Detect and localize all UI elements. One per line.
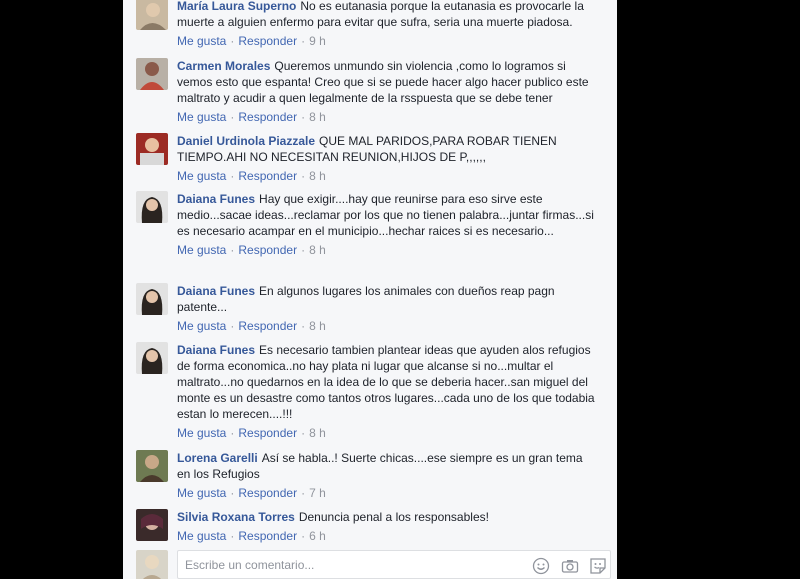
avatar[interactable] <box>136 509 168 541</box>
reply-link[interactable]: Responder <box>238 486 297 500</box>
reply-link[interactable]: Responder <box>238 319 297 333</box>
comment-input-placeholder: Escribe un comentario... <box>185 558 315 572</box>
like-link[interactable]: Me gusta <box>177 319 226 333</box>
like-link[interactable]: Me gusta <box>177 529 226 543</box>
comment-text: Silvia Roxana Torres Denuncia penal a los… <box>177 509 599 525</box>
comment-actions: Me gusta · Responder · 8 h <box>177 318 599 334</box>
comment-author[interactable]: Daiana Funes <box>177 343 255 357</box>
separator: · <box>301 169 306 183</box>
avatar[interactable] <box>136 342 168 374</box>
comment-author[interactable]: Daiana Funes <box>177 284 255 298</box>
avatar[interactable] <box>136 283 168 315</box>
emoji-icon[interactable] <box>532 557 550 575</box>
comment-actions: Me gusta · Responder · 8 h <box>177 168 599 184</box>
comment-author[interactable]: Lorena Garelli <box>177 451 258 465</box>
separator: · <box>230 529 235 543</box>
like-link[interactable]: Me gusta <box>177 169 226 183</box>
separator: · <box>301 110 306 124</box>
like-link[interactable]: Me gusta <box>177 486 226 500</box>
comment-actions: Me gusta · Responder · 8 h <box>177 242 599 258</box>
comment-body: Denuncia penal a los responsables! <box>298 510 489 524</box>
separator: · <box>230 243 235 257</box>
camera-icon[interactable] <box>561 557 579 575</box>
like-link[interactable]: Me gusta <box>177 110 226 124</box>
separator: · <box>301 34 306 48</box>
like-link[interactable]: Me gusta <box>177 243 226 257</box>
comment-time[interactable]: 8 h <box>309 243 326 257</box>
comment-author[interactable]: María Laura Superno <box>177 0 296 13</box>
comment-text: Daiana Funes En algunos lugares los anima… <box>177 283 599 315</box>
comment-author[interactable]: Silvia Roxana Torres <box>177 510 295 524</box>
avatar[interactable] <box>136 0 168 30</box>
separator: · <box>301 319 306 333</box>
sticker-icon[interactable] <box>589 557 607 575</box>
comment-time[interactable]: 7 h <box>309 486 326 500</box>
separator: · <box>230 34 235 48</box>
comment-text: Lorena Garelli Así se habla..! Suerte chi… <box>177 450 599 482</box>
separator: · <box>230 169 235 183</box>
comment-time[interactable]: 9 h <box>309 34 326 48</box>
comment-author[interactable]: Carmen Morales <box>177 59 270 73</box>
separator: · <box>301 243 306 257</box>
comment-text: Daniel Urdinola Piazzale QUE MAL PARIDOS,… <box>177 133 599 165</box>
comment-author[interactable]: Daiana Funes <box>177 192 255 206</box>
reply-link[interactable]: Responder <box>238 34 297 48</box>
comment-time[interactable]: 8 h <box>309 426 326 440</box>
reply-link[interactable]: Responder <box>238 529 297 543</box>
separator: · <box>301 486 306 500</box>
comment-actions: Me gusta · Responder · 8 h <box>177 109 599 125</box>
separator: · <box>301 426 306 440</box>
like-link[interactable]: Me gusta <box>177 426 226 440</box>
reply-link[interactable]: Responder <box>238 110 297 124</box>
comment-actions: Me gusta · Responder · 9 h <box>177 33 599 49</box>
comment-text: María Laura Superno No es eutanasia porqu… <box>177 0 599 30</box>
comment-time[interactable]: 8 h <box>309 319 326 333</box>
comment-time[interactable]: 8 h <box>309 110 326 124</box>
comment-text: Daiana Funes Hay que exigir....hay que re… <box>177 191 599 239</box>
comments-panel: María Laura Superno No es eutanasia porqu… <box>123 0 617 579</box>
comment-composer: Escribe un comentario... <box>123 547 617 579</box>
separator: · <box>230 426 235 440</box>
separator: · <box>230 486 235 500</box>
avatar[interactable] <box>136 450 168 482</box>
comment-actions: Me gusta · Responder · 6 h <box>177 528 599 544</box>
comment-time[interactable]: 6 h <box>309 529 326 543</box>
avatar[interactable] <box>136 58 168 90</box>
reply-link[interactable]: Responder <box>238 169 297 183</box>
separator: · <box>230 110 235 124</box>
comment-actions: Me gusta · Responder · 7 h <box>177 485 599 501</box>
avatar[interactable] <box>136 133 168 165</box>
separator: · <box>230 319 235 333</box>
reply-link[interactable]: Responder <box>238 243 297 257</box>
comment-actions: Me gusta · Responder · 8 h <box>177 425 599 441</box>
comment-text: Carmen Morales Queremos unmundo sin viole… <box>177 58 599 106</box>
reply-link[interactable]: Responder <box>238 426 297 440</box>
comment-text: Daiana Funes Es necesario tambien plantea… <box>177 342 599 422</box>
avatar[interactable] <box>136 191 168 223</box>
separator: · <box>301 529 306 543</box>
like-link[interactable]: Me gusta <box>177 34 226 48</box>
comment-time[interactable]: 8 h <box>309 169 326 183</box>
comment-author[interactable]: Daniel Urdinola Piazzale <box>177 134 315 148</box>
comment-input[interactable]: Escribe un comentario... <box>177 550 611 579</box>
current-user-avatar[interactable] <box>136 550 168 579</box>
